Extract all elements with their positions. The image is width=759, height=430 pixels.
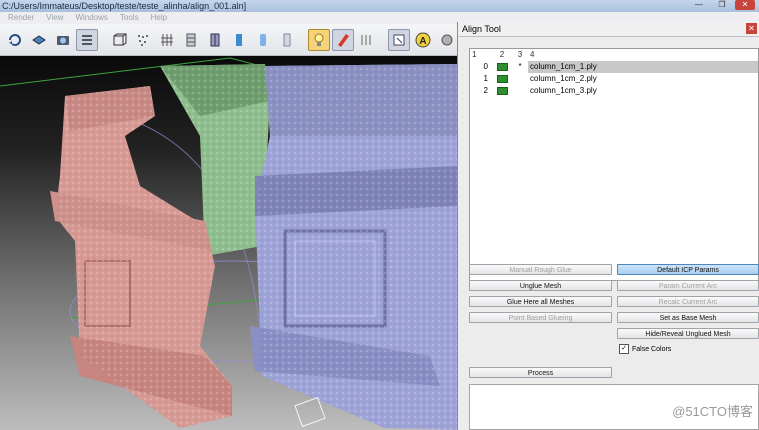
mesh-name: column_1cm_2.ply xyxy=(530,74,597,83)
window-controls: — ❐ ✕ xyxy=(689,0,755,12)
unglue-mesh-button[interactable]: Unglue Mesh xyxy=(469,280,612,291)
layers-icon[interactable] xyxy=(28,29,50,51)
lines-icon[interactable] xyxy=(356,29,378,51)
rotate-icon[interactable] xyxy=(4,29,26,51)
mesh-list[interactable]: 1 2 3 4 0 * column_1cm_1.ply 1 column_1c… xyxy=(469,48,759,281)
mesh-id: 1 xyxy=(483,74,488,83)
list-item[interactable]: 0 * column_1cm_1.ply xyxy=(470,61,758,73)
align-icon[interactable]: A xyxy=(412,29,434,51)
recalc-current-arc-button[interactable]: Recalc Current Arc xyxy=(617,296,759,307)
3d-viewport[interactable] xyxy=(0,56,457,430)
pick-icon[interactable] xyxy=(388,28,410,51)
snapshot-icon[interactable] xyxy=(52,29,74,51)
mesh-id: 2 xyxy=(483,86,488,95)
watermark: @51CTO博客 xyxy=(672,404,753,419)
svg-text:A: A xyxy=(419,36,426,47)
list-item[interactable]: 2 column_1cm_3.ply xyxy=(470,85,758,97)
point-based-glueing-button[interactable]: Point Based Glueing xyxy=(469,312,612,323)
maximize-button[interactable]: ❐ xyxy=(712,0,732,10)
set-as-base-mesh-button[interactable]: Set as Base Mesh xyxy=(617,312,759,323)
base-marker: * xyxy=(518,62,522,71)
stack-icon[interactable] xyxy=(76,28,98,51)
align-tool-panel: Align Tool ✕ 1 2 3 4 0 * column_1cm_1.pl… xyxy=(457,22,759,430)
menu-tools[interactable]: Tools xyxy=(120,12,139,24)
mesh-3-blue xyxy=(250,64,457,430)
process-button[interactable]: Process xyxy=(469,367,612,378)
window-title: C:/Users/Immateus/Desktop/teste/teste_al… xyxy=(2,1,247,11)
default-icp-params-button[interactable]: Default ICP Params xyxy=(617,264,759,275)
viewport-scene xyxy=(0,57,457,430)
visibility-icon[interactable] xyxy=(496,75,508,83)
column-header-2: 2 xyxy=(499,50,505,59)
wireframe-icon[interactable] xyxy=(156,29,178,51)
false-colors-label: False Colors xyxy=(632,345,672,353)
light-icon[interactable] xyxy=(308,28,330,51)
hide-reveal-unglued-button[interactable]: Hide/Reveal Unglued Mesh xyxy=(617,328,759,339)
close-button[interactable]: ✕ xyxy=(735,0,755,10)
visibility-icon[interactable] xyxy=(496,63,508,71)
color-icon[interactable] xyxy=(332,28,354,51)
hiddenlines-icon[interactable] xyxy=(180,29,202,51)
paint-icon[interactable] xyxy=(436,29,458,51)
menu-render[interactable]: Render xyxy=(8,12,34,24)
mesh-list-header: 1 2 3 4 xyxy=(470,49,758,61)
minimize-button[interactable]: — xyxy=(689,0,709,10)
visibility-icon[interactable] xyxy=(496,87,508,95)
menu-help[interactable]: Help xyxy=(151,12,167,24)
texture-icon[interactable] xyxy=(276,29,298,51)
glue-here-all-meshes-button[interactable]: Glue Here all Meshes xyxy=(469,296,612,307)
smooth-icon[interactable] xyxy=(252,29,274,51)
align-tool-titlebar: Align Tool ✕ xyxy=(458,22,759,37)
column-header-3: 3 xyxy=(517,50,523,59)
false-colors-checkbox[interactable]: ✓ False Colors xyxy=(619,344,671,354)
mesh-name: column_1cm_3.ply xyxy=(530,86,597,95)
list-item[interactable]: 1 column_1cm_2.ply xyxy=(470,73,758,85)
points-icon[interactable] xyxy=(132,29,154,51)
manual-rough-glue-button[interactable]: Manual Rough Glue xyxy=(469,264,612,275)
mesh-id: 0 xyxy=(483,62,488,71)
menu-windows[interactable]: Windows xyxy=(75,12,107,24)
box-icon[interactable] xyxy=(108,29,130,51)
column-header-4: 4 xyxy=(530,50,535,59)
flat-icon[interactable] xyxy=(228,29,250,51)
align-close-icon[interactable]: ✕ xyxy=(746,23,757,34)
align-tool-title: Align Tool xyxy=(462,24,501,34)
menu-view[interactable]: View xyxy=(46,12,63,24)
param-current-arc-button[interactable]: Param Current Arc xyxy=(617,280,759,291)
false-colors-check-icon[interactable]: ✓ xyxy=(619,344,629,354)
column-header-1: 1 xyxy=(472,50,477,59)
window-titlebar: C:/Users/Immateus/Desktop/teste/teste_al… xyxy=(0,0,759,12)
flatlines-icon[interactable] xyxy=(204,29,226,51)
mesh-name: column_1cm_1.ply xyxy=(528,61,758,73)
